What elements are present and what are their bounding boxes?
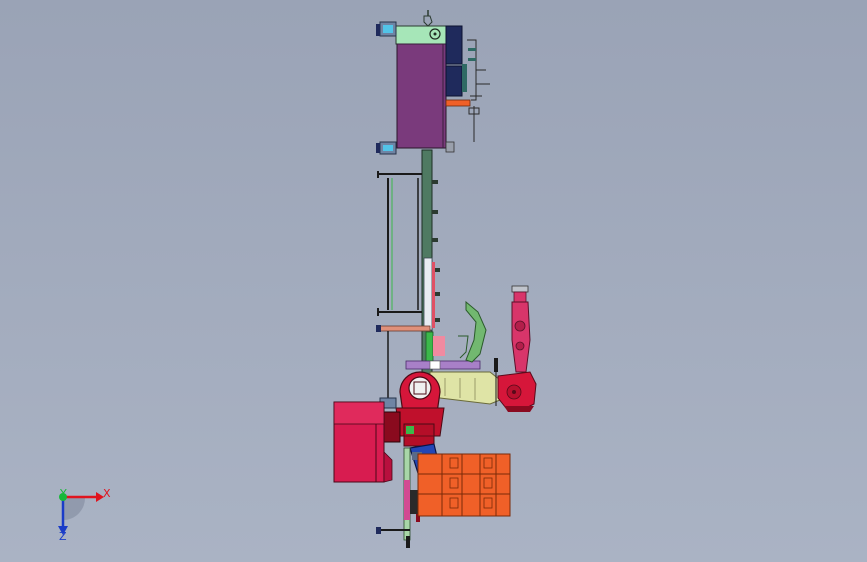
machine-assembly-drawing xyxy=(58,10,537,548)
industrial-robot xyxy=(497,285,537,412)
axis-y-label: Y xyxy=(60,487,67,500)
triad-shadow xyxy=(63,497,86,521)
control-cabinet xyxy=(333,401,393,483)
central-joint xyxy=(379,371,445,447)
vertical-column xyxy=(421,149,445,383)
top-housing-unit xyxy=(376,10,490,155)
axis-x-label: X xyxy=(103,487,111,500)
cad-viewport[interactable]: X Y Z xyxy=(0,0,867,562)
axis-z-label: Z xyxy=(59,530,67,543)
pallet-stack xyxy=(417,453,511,517)
